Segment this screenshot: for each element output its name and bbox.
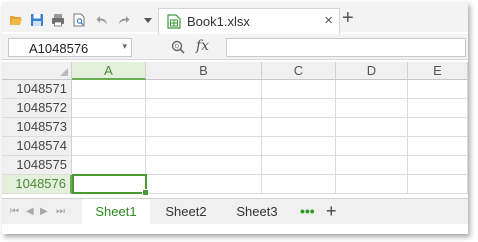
- previous-sheet-icon[interactable]: ◀: [26, 206, 34, 217]
- cell[interactable]: [146, 118, 262, 137]
- print-icon[interactable]: [50, 12, 66, 28]
- svg-text:Q: Q: [175, 44, 180, 50]
- select-all-triangle-icon: [60, 68, 68, 76]
- cell[interactable]: [262, 175, 336, 194]
- cell[interactable]: [336, 80, 408, 99]
- column-header-d[interactable]: D: [336, 62, 408, 80]
- cell[interactable]: [336, 175, 408, 194]
- cell[interactable]: [408, 118, 468, 137]
- column-header-e[interactable]: E: [408, 62, 468, 80]
- cell[interactable]: [146, 175, 262, 194]
- row-header[interactable]: 1048573: [2, 118, 72, 137]
- spreadsheet-file-icon: [167, 14, 181, 29]
- row-header[interactable]: 1048572: [2, 99, 72, 118]
- cell[interactable]: [262, 80, 336, 99]
- cell[interactable]: [262, 156, 336, 175]
- name-box[interactable]: A1048576 ▾: [8, 38, 132, 57]
- cell[interactable]: [146, 137, 262, 156]
- row-header-selected[interactable]: 1048576: [2, 175, 72, 194]
- column-header-c[interactable]: C: [262, 62, 336, 80]
- fill-handle[interactable]: [142, 189, 149, 196]
- zoom-search-icon[interactable]: Q: [170, 39, 186, 55]
- cell[interactable]: [408, 99, 468, 118]
- add-sheet-button[interactable]: +: [326, 201, 337, 222]
- cell[interactable]: [408, 137, 468, 156]
- cell[interactable]: [336, 118, 408, 137]
- print-preview-icon[interactable]: [71, 12, 87, 28]
- cell[interactable]: [262, 137, 336, 156]
- file-tab[interactable]: Book1.xlsx ×: [158, 8, 340, 34]
- column-header-b[interactable]: B: [146, 62, 262, 80]
- cell[interactable]: [336, 137, 408, 156]
- cell[interactable]: [72, 156, 146, 175]
- new-tab-button[interactable]: +: [342, 8, 354, 28]
- first-sheet-icon[interactable]: ⏮: [10, 206, 19, 217]
- dropdown-icon[interactable]: [140, 12, 156, 28]
- row-header[interactable]: 1048571: [2, 80, 72, 99]
- formula-bar: A1048576 ▾ Q fx: [2, 34, 468, 60]
- spreadsheet-window: Book1.xlsx × + A1048576 ▾ Q fx A B C D E…: [2, 2, 468, 234]
- sheet-tab-sheet2[interactable]: Sheet2: [154, 199, 218, 224]
- name-box-value: A1048576: [29, 41, 89, 56]
- active-cell[interactable]: [72, 174, 149, 196]
- next-sheet-icon[interactable]: ▶: [40, 206, 48, 217]
- row-header[interactable]: 1048575: [2, 156, 72, 175]
- cell[interactable]: [408, 156, 468, 175]
- cell[interactable]: [336, 99, 408, 118]
- open-folder-icon[interactable]: [8, 12, 24, 28]
- cell[interactable]: [146, 99, 262, 118]
- cell[interactable]: [72, 118, 146, 137]
- undo-icon[interactable]: [94, 12, 110, 28]
- cell[interactable]: [72, 137, 146, 156]
- sheet-tab-bar: ⏮ ◀ ▶ ⏭ Sheet1 Sheet2 Sheet3 ••• +: [2, 198, 468, 224]
- save-icon[interactable]: [29, 12, 45, 28]
- row-header[interactable]: 1048574: [2, 137, 72, 156]
- file-tab-name: Book1.xlsx: [187, 14, 250, 29]
- last-sheet-icon[interactable]: ⏭: [56, 206, 65, 217]
- chevron-down-icon[interactable]: ▾: [122, 41, 127, 52]
- insert-function-button[interactable]: fx: [196, 38, 209, 54]
- cell[interactable]: [72, 80, 146, 99]
- close-icon[interactable]: ×: [324, 12, 333, 29]
- cell[interactable]: [146, 80, 262, 99]
- cell[interactable]: [408, 175, 468, 194]
- more-sheets-icon[interactable]: •••: [300, 203, 315, 219]
- column-header-a[interactable]: A: [72, 62, 146, 80]
- cell[interactable]: [408, 80, 468, 99]
- cell[interactable]: [72, 99, 146, 118]
- cell[interactable]: [262, 118, 336, 137]
- formula-input[interactable]: [226, 38, 466, 57]
- sheet-tab-sheet1[interactable]: Sheet1: [82, 199, 150, 224]
- redo-icon[interactable]: [116, 12, 132, 28]
- cell-grid: A B C D E 1048571 1048572 1048573 104857…: [2, 62, 468, 196]
- cell[interactable]: [262, 99, 336, 118]
- select-all-corner[interactable]: [2, 62, 72, 80]
- cell[interactable]: [146, 156, 262, 175]
- sheet-tab-sheet3[interactable]: Sheet3: [224, 199, 290, 224]
- title-toolbar: Book1.xlsx × +: [2, 2, 468, 34]
- cell[interactable]: [336, 156, 408, 175]
